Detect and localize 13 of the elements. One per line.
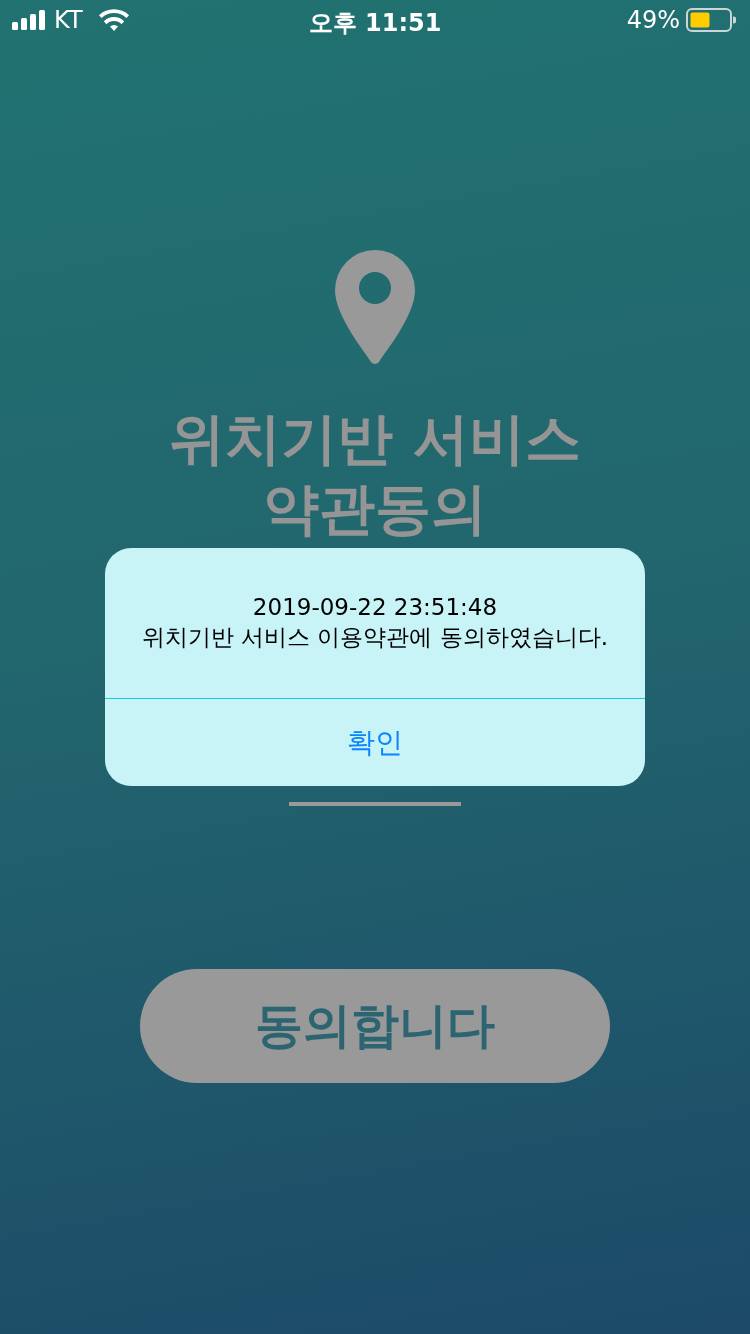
confirm-button[interactable]: 확인 [105, 698, 645, 786]
location-pin-icon [335, 250, 415, 366]
title-line: 약관동의 [263, 475, 487, 543]
clock-time: 오후 11:51 [308, 9, 442, 37]
agree-button[interactable]: 동의합니다 [140, 969, 610, 1083]
alert-message-line: 위치기반 서비스 이용약관에 동의하였습니다. [141, 623, 609, 652]
battery-icon [686, 8, 736, 32]
alert-message-line: 2019-09-22 23:51:48 [252, 593, 498, 622]
title-line: 위치기반 서비스 [169, 405, 581, 473]
wifi-icon [98, 9, 129, 31]
battery-percent: 49% [626, 6, 680, 34]
carrier-name: KT [54, 6, 83, 34]
signal-icon [12, 10, 46, 30]
